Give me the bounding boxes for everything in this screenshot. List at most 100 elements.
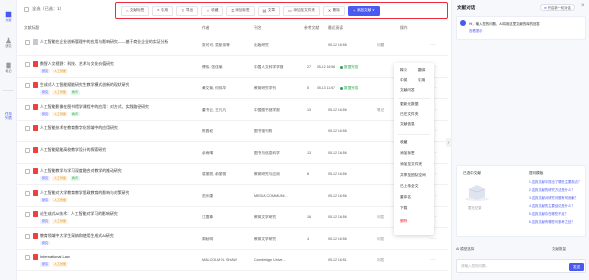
row-tag[interactable]: 人工智能 [52,262,69,267]
row-checkbox[interactable] [25,126,30,131]
row-tag[interactable]: 教育 [70,111,81,117]
row-checkbox[interactable] [25,104,30,110]
new-chat-button[interactable]: ⊕ 开启新一轮对话 [540,4,575,11]
more-icon[interactable]: ··· [430,236,437,242]
row-title[interactable]: 数智人文视野：科技、艺术与文化价值研究 [40,61,114,67]
row-checkbox[interactable] [25,212,30,217]
row-tag[interactable]: 研究 [40,262,51,267]
row-title[interactable]: 人工智能教学与学习深度融合对教学的推动研究 [40,168,122,174]
row-tag[interactable]: 人工智能 [52,111,69,117]
menu-item-uploaded[interactable]: 已上传全文 [400,184,418,189]
cite-button[interactable]: ❝ 引用 [152,5,174,16]
row-op[interactable]: 问答 [377,215,384,220]
menu-item-delete[interactable]: 删除 [400,219,407,224]
select-all-checkbox[interactable] [24,6,29,12]
row-tag[interactable]: 研究 [40,111,51,117]
menu-item-zh-en[interactable]: 中英 [400,78,407,83]
col-time[interactable]: 最近阅读 [328,26,343,31]
close-icon[interactable]: × [581,3,585,9]
question-template[interactable]: 2.这篇文献的研究方法是什么？ [529,187,575,192]
row-checkbox[interactable] [25,233,30,239]
table-row[interactable]: 人工智能对大学教育教学思政教育的影响与对策研究 研究 人工智能 范乐康 MEDIA CO… [17,187,448,207]
question-input[interactable]: 请输入您的问题... 发送 [456,259,586,273]
tag-button[interactable]: ⌂ 文献标签 [121,5,150,16]
row-title[interactable]: 人工智能技术在教育数字化领域中的应用研究 [40,125,118,131]
col-author[interactable]: 作者 [202,26,210,31]
add-tag-button[interactable]: ⌗ 添加标签 [226,5,255,16]
menu-item-info[interactable]: 文献信息 [400,122,415,127]
menu-item-explain[interactable]: 释义 [400,68,407,73]
table-row[interactable]: 人工智能教学与学习深度融合对教学的推动研究 研究 人工智能 教育 葛丽丽, 俞丽丽 教育研… [17,165,448,185]
sidebar-item-research[interactable]: 研究 [1,32,16,52]
row-title[interactable]: 人工智能赋能高校教学设计的探索研究 [40,147,106,153]
menu-item-rename[interactable]: 重命名 [400,195,411,200]
favorite-button[interactable]: ☆ 收藏 [201,5,224,16]
more-icon[interactable]: ··· [430,42,437,48]
row-title[interactable]: 论生成式AI技术：人工智能对学习的影响研究 [40,211,118,217]
table-row[interactable]: 人工智能影像在图书馆学课程中的应用：对方式、实践路径研究 研究 人工智能 教育 董书云,… [17,101,448,121]
sidebar-task-list[interactable]: 任务列表 [5,112,12,120]
doc-count[interactable]: 文献数量 [552,247,566,252]
table-row[interactable]: 论生成式AI技术：人工智能对学习的影响研究 研究 人工智能 江雪尊 教育文学研究 16 05… [17,208,448,228]
table-row[interactable]: 教育领域中大学生采纳和使用生成式AI研究 研究 周秋明 教育文学研究 4 05-12 16… [17,230,448,250]
row-tag[interactable]: 人工智能 [52,90,69,95]
row-checkbox[interactable] [25,61,30,67]
question-template[interactable]: 3.这篇文献对研究问题有何贡献？ [529,195,578,200]
article-button[interactable]: ▤ 文章 [257,5,281,16]
table-row[interactable]: 人工智能技术在教育数字化领域中的应用研究陈昌权图书馆刊物05-12 16:56·… [17,122,448,142]
col-refs[interactable]: 参考文献 [304,26,319,31]
table-row[interactable]: 数智人文视野：科技、艺术与文化价值研究 研究 人工智能 傅伟, 张佳瑜 中国人文科学学报… [17,58,448,78]
row-checkbox[interactable] [25,83,30,88]
menu-item-favorite[interactable]: 收藏 [400,140,407,145]
export-button[interactable]: ⇪ 导出 [176,5,199,16]
row-tag[interactable]: 教育 [70,176,81,181]
table-row[interactable]: 人工智能在企业创新管理中的应用与影响研究——基于商业企业的实证分析 张可可, 吴航… [17,36,448,56]
send-button[interactable]: 发送 [569,263,584,271]
row-title[interactable]: 人工智能对大学教育教学思政教育的影响与对策研究 [40,190,129,196]
row-checkbox[interactable] [25,169,30,174]
row-op[interactable]: 问答 [377,258,384,263]
row-op[interactable]: 笔记 [377,108,384,113]
more-icon[interactable]: ··· [430,257,437,263]
delete-button[interactable]: ✕ 删除 [322,5,345,16]
add-to-folder-button[interactable]: ▭ 添加至文件夹 [283,5,320,16]
row-tag[interactable]: 研究 [40,219,51,224]
menu-item-add-tag[interactable]: 添加标签 [400,151,415,156]
row-title[interactable]: 教育领域中大学生采纳和使用生成式AI研究 [40,233,114,239]
row-title[interactable]: 生成式人工智能赋能研究生教学模式创新的现状研究 [40,82,129,88]
row-tag[interactable]: 人工智能 [52,176,69,181]
menu-item-download[interactable]: 下载 [400,206,407,211]
table-row[interactable]: 人工智能赋能高校教学设计的探索研究 余雨晴 图书与信息科学 13 05-12 16:56… [17,144,448,164]
row-title[interactable]: International Law [40,254,70,259]
row-op[interactable]: 问题 [377,43,384,48]
col-source[interactable]: 刊名 [254,26,262,31]
row-tag[interactable]: 研究 [40,68,51,74]
sidebar-item-notes[interactable]: 笔记 [1,57,16,77]
question-template[interactable]: 5.这篇文献存在哪些不足？ [529,211,568,216]
row-tag[interactable]: 人工智能 [52,68,69,74]
menu-item-qa[interactable]: 文献问答 [400,88,415,93]
question-template[interactable]: 1.这篇文献中提出了哪些主要观点？ [529,179,581,184]
row-title[interactable]: 人工智能影像在图书馆学课程中的应用：对方式、实践路径研究 [40,104,149,110]
row-checkbox[interactable] [25,147,30,153]
row-tag[interactable]: 教育 [70,90,81,95]
row-checkbox[interactable] [25,190,30,196]
question-template[interactable]: 6.这篇文献有哪些可参考之处？ [529,219,575,224]
row-tag[interactable]: 人工智能 [52,219,69,224]
view-tips-link[interactable]: 查看提示 [469,28,483,33]
table-row[interactable]: International Law 研究 人工智能 MALCOLM N. SHAW Ca… [17,251,448,271]
row-title[interactable]: 人工智能在企业创新管理中的应用与影响研究——基于商业企业的实证分析 [40,39,168,45]
menu-item-share-team[interactable]: 共享至团队空间 [400,173,426,178]
row-tag[interactable]: 研究 [40,197,51,203]
menu-item-translate[interactable]: 翻译 [418,68,425,73]
row-op[interactable]: 问答 [377,237,384,242]
menu-item-add-folder[interactable]: 添加至文件夹 [400,162,422,167]
menu-item-in-folder[interactable]: 已在文件夹 [400,112,418,117]
col-title[interactable]: 文献标题 [24,26,39,31]
row-checkbox[interactable] [25,40,30,45]
row-tag[interactable]: 研究 [40,240,51,246]
row-tag[interactable]: 人工智能 [52,197,69,203]
model-select[interactable]: AI 模型选择 [456,247,474,252]
add-literature-button[interactable]: + 添加文献 ∨ [347,5,380,16]
menu-item-update-meta[interactable]: 更新元数据 [400,102,418,107]
